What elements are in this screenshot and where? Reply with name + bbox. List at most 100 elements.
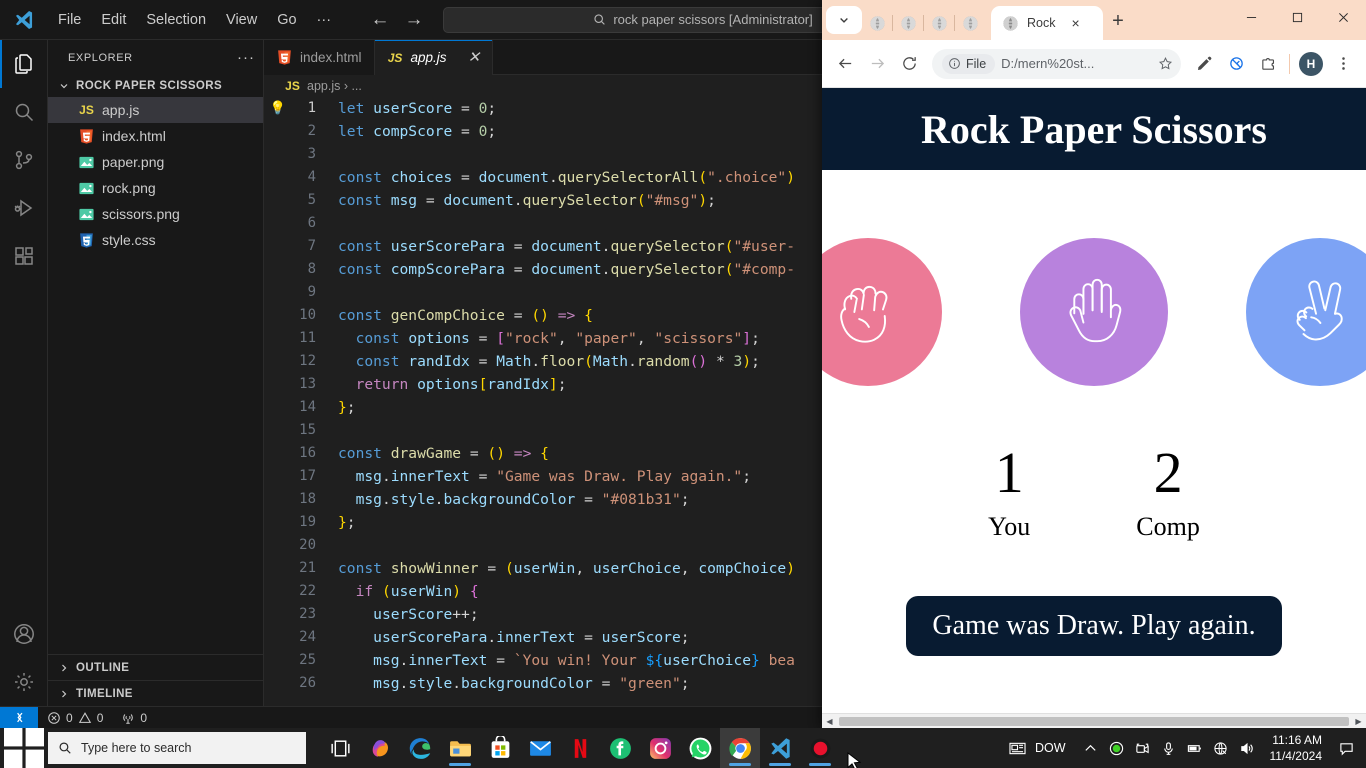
manage-settings-button[interactable] [0,658,48,706]
sidebar-item-source-control[interactable] [0,136,48,184]
background-tab-1[interactable] [862,6,892,40]
taskbar-whatsapp[interactable] [680,728,720,768]
tray-battery[interactable] [1182,728,1208,768]
tray-news-weather[interactable]: DOW [996,739,1078,758]
address-bar[interactable]: File D:/mern%20st... [932,49,1181,79]
sidebar-item-extensions[interactable] [0,232,48,280]
forward-button[interactable] [862,49,892,79]
profile-button[interactable]: H [1296,49,1326,79]
file-item-style-css[interactable]: style.css [48,227,263,253]
code-text: const randIdx = Math.floor(Math.random()… [326,350,760,373]
background-tab-2[interactable] [893,6,923,40]
background-tab-3[interactable] [924,6,954,40]
accounts-button[interactable] [0,610,48,658]
nav-forward-icon[interactable]: → [403,9,425,31]
taskbar-task-view[interactable] [320,728,360,768]
file-item-app-js[interactable]: JS app.js [48,97,263,123]
sidebar-item-search[interactable] [0,88,48,136]
warning-triangle-icon [78,711,92,725]
show-hidden-icons-button[interactable] [1078,728,1104,768]
choice-row [822,238,1366,386]
maximize-button[interactable] [1274,0,1320,34]
menu-go[interactable]: Go [267,8,306,32]
menu-edit[interactable]: Edit [91,8,136,32]
game-header: Rock Paper Scissors [822,88,1366,170]
taskbar-search-box[interactable]: Type here to search [48,732,306,764]
extensions-button[interactable] [1253,49,1283,79]
taskbar-chrome[interactable] [720,728,760,768]
close-icon[interactable]: ✕ [468,50,481,65]
tray-camera[interactable] [1130,728,1156,768]
tab-search-button[interactable] [826,6,862,34]
avatar: H [1299,52,1323,76]
menu-view[interactable]: View [216,8,267,32]
start-button[interactable] [0,728,48,768]
taskbar-clock[interactable]: 11:16 AM 11/4/2024 [1260,732,1333,764]
file-item-index-html[interactable]: index.html [48,123,263,149]
tray-microphone[interactable] [1156,728,1182,768]
code-text: const choices = document.querySelectorAl… [326,166,795,189]
line-number: 2 [292,120,326,143]
scroll-left-arrow-icon[interactable]: ◀ [822,714,837,729]
tray-volume[interactable] [1234,728,1260,768]
panel-timeline[interactable]: TIMELINE [48,680,263,706]
lightbulb-icon[interactable]: 💡 [264,97,292,120]
choice-rock[interactable] [822,238,942,386]
sidebar-item-run-debug[interactable] [0,184,48,232]
taskbar-netflix[interactable] [560,728,600,768]
new-tab-button[interactable]: + [1103,6,1133,36]
explorer-folder-root[interactable]: ROCK PAPER SCISSORS [48,75,263,97]
comp-score-label: Comp [1136,512,1200,542]
back-button[interactable] [830,49,860,79]
remote-window-icon [12,710,27,725]
taskbar-fiverr[interactable] [600,728,640,768]
choice-paper[interactable] [1020,238,1168,386]
active-browser-tab[interactable]: Rock × [991,6,1103,40]
minimize-button[interactable] [1228,0,1274,34]
choice-scissors[interactable] [1246,238,1366,386]
editor-tab-app-js[interactable]: JS app.js ✕ [375,40,494,75]
pen-tool-button[interactable] [1189,49,1219,79]
reload-button[interactable] [894,49,924,79]
taskbar-search-placeholder: Type here to search [81,741,191,755]
menu-more[interactable]: ··· [307,8,342,32]
horizontal-scrollbar[interactable]: ◀ ▶ [822,713,1366,728]
action-center-button[interactable] [1332,728,1360,768]
panel-outline[interactable]: OUTLINE [48,654,263,680]
chrome-menu-button[interactable] [1328,49,1358,79]
taskbar-mail[interactable] [520,728,560,768]
nav-back-icon[interactable]: ← [369,9,391,31]
menu-selection[interactable]: Selection [136,8,216,32]
taskbar-microsoft-store[interactable] [480,728,520,768]
taskbar-screen-recorder[interactable] [800,728,840,768]
sidebar-item-explorer[interactable] [0,40,48,88]
taskbar-instagram[interactable] [640,728,680,768]
record-icon [808,736,833,761]
taskbar-copilot[interactable] [360,728,400,768]
close-icon[interactable]: × [1071,16,1079,30]
menu-file[interactable]: File [48,8,91,32]
scroll-right-arrow-icon[interactable]: ▶ [1351,714,1366,729]
clock-date: 11/4/2024 [1270,748,1323,764]
explorer-more-actions-icon[interactable]: ··· [237,49,255,66]
status-problems[interactable]: 0 0 [38,707,112,729]
line-number: 12 [292,350,326,373]
file-item-paper-png[interactable]: paper.png [48,149,263,175]
status-ports[interactable]: 0 [112,707,156,729]
close-button[interactable] [1320,0,1366,34]
tray-network[interactable] [1208,728,1234,768]
file-item-scissors-png[interactable]: scissors.png [48,201,263,227]
file-item-rock-png[interactable]: rock.png [48,175,263,201]
vscode-menu-bar[interactable]: File Edit Selection View Go ··· [48,8,341,32]
sync-button[interactable] [1221,49,1251,79]
scrollbar-thumb[interactable] [839,717,1349,726]
scheme-chip[interactable]: File [942,54,995,74]
bookmark-star-icon[interactable] [1153,56,1177,71]
background-tab-4[interactable] [955,6,985,40]
taskbar-vscode[interactable] [760,728,800,768]
editor-tab-index-html[interactable]: index.html [264,40,375,75]
taskbar-file-explorer[interactable] [440,728,480,768]
tray-status-indicator[interactable] [1104,728,1130,768]
explorer-folder-name: ROCK PAPER SCISSORS [76,80,222,92]
taskbar-edge[interactable] [400,728,440,768]
